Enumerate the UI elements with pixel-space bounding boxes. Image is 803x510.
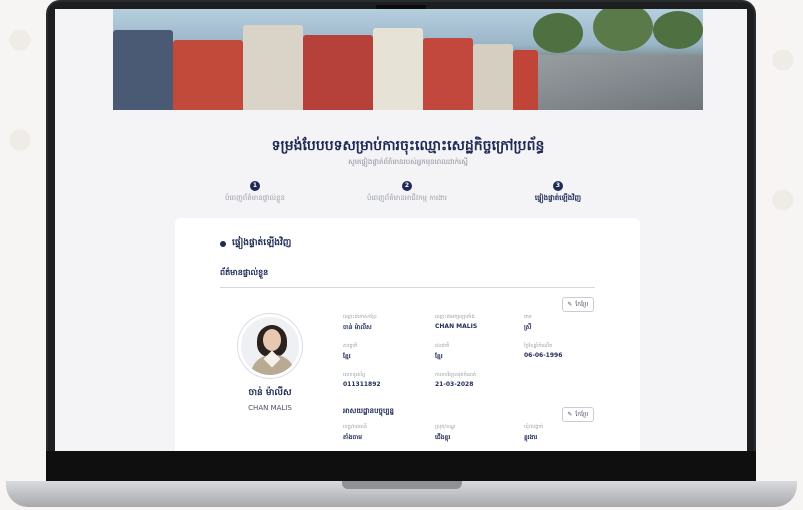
step-number: 1 (250, 181, 260, 191)
step-1[interactable]: 1 បំពេញព័ត៌មានផ្ទាល់ខ្លួន (180, 181, 330, 204)
step-3[interactable]: 3 ផ្ទៀងផ្ទាត់ឡើងវិញ (483, 181, 633, 204)
step-label: បំពេញព័ត៌មានផ្ទាល់ខ្លួន (225, 194, 285, 202)
laptop-chin (46, 451, 756, 484)
form-subtitle: សូមផ្ទៀងផ្ទាត់ព័ត៌មានរបស់អ្នកមុនពេលដាក់ស… (348, 158, 468, 166)
laptop-base (6, 481, 797, 507)
pencil-icon: ✎ (567, 411, 573, 418)
step-number: 3 (553, 181, 563, 191)
pencil-icon: ✎ (567, 301, 573, 308)
edit-address-button[interactable]: ✎ កែប្រែ (562, 407, 594, 422)
step-label: ផ្ទៀងផ្ទាត់ឡើងវិញ (534, 194, 582, 202)
edit-personal-button[interactable]: ✎ កែប្រែ (562, 297, 594, 312)
step-2[interactable]: 2 បំពេញព័ត៌មានអាជីវកម្ម ការងារ (332, 181, 482, 204)
step-number: 2 (402, 181, 412, 191)
screen: ទម្រង់បែបបទសម្រាប់ការចុះឈ្មោះសេដ្ឋកិច្ចក… (55, 9, 747, 451)
edit-label: កែប្រែ (575, 411, 589, 418)
step-label: បំពេញព័ត៌មានអាជីវកម្ម ការងារ (367, 194, 447, 202)
form-title: ទម្រង់បែបបទសម្រាប់ការចុះឈ្មោះសេដ្ឋកិច្ចក… (271, 138, 545, 154)
edit-label: កែប្រែ (575, 301, 589, 308)
hero-image (113, 9, 703, 110)
